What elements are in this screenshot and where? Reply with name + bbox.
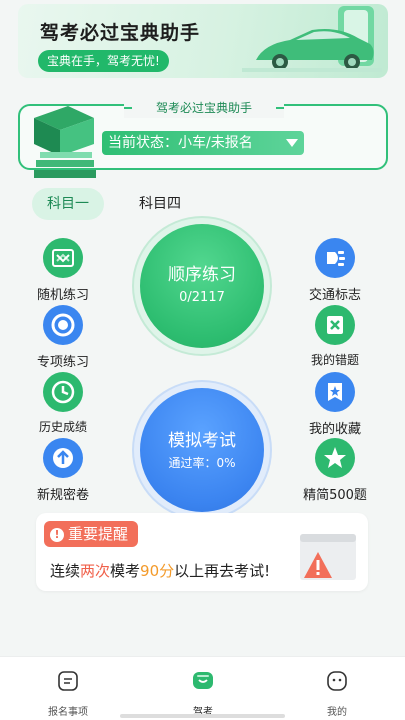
sequential-practice-button[interactable]: 顺序练习 0/2117 [140,224,264,348]
bottom-nav: 报名事项 驾考 我的 [0,656,405,720]
my-mistakes-button[interactable]: 我的错题 [292,305,378,368]
sequential-practice-progress: 0/2117 [179,290,225,305]
home-indicator [120,714,285,718]
traffic-signs-label: 交通标志 [308,288,361,303]
license-status-value: 当前状态：小车/未报名 [108,135,253,151]
clock-icon [43,372,83,412]
star-icon [315,438,355,478]
reminder-text-part: 连续 [50,562,81,580]
random-practice-button[interactable]: 随机练习 [20,238,106,303]
condensed-500-button[interactable]: 精简500题 [292,438,378,503]
mock-exam-button[interactable]: 模拟考试 通过率：0% [140,388,264,512]
banner-title: 驾考必过宝典助手 [40,22,201,44]
banner-slogan: 宝典在手，驾考无忧! [38,50,169,72]
my-mistakes-label: 我的错题 [310,353,359,367]
caret-down-icon [286,139,298,147]
nav-me[interactable]: 我的 [277,657,397,720]
history-score-button[interactable]: 历史成绩 [20,372,106,435]
tab-subject-4[interactable]: 科目四 [124,188,196,220]
reminder-text-part: 模考 [110,562,141,580]
book-stack-icon [34,106,96,178]
condensed-500-label: 精简500题 [303,488,367,503]
mock-exam-title: 模拟考试 [168,431,236,451]
sequential-practice-title: 顺序练习 [168,265,236,285]
upload-icon [43,438,83,478]
warning-window-illustration [300,534,356,580]
bookmark-star-icon [315,372,355,412]
random-practice-label: 随机练习 [36,288,89,303]
nav-me-label: 我的 [327,707,347,718]
status-card-title: 驾考必过宝典助手 [124,98,284,118]
target-icon [43,305,83,345]
mock-exam-pass-rate: 通过率：0% [168,456,236,470]
reminder-text-part: 以上再去考试! [174,562,271,580]
new-rules-paper-button[interactable]: 新规密卷 [20,438,106,503]
app-page: 驾考必过宝典助手 宝典在手，驾考无忧! 驾考必过宝典助手 当前状态：小车/未报名… [0,0,405,720]
document-icon [58,671,78,691]
license-status-select[interactable]: 当前状态：小车/未报名 [102,131,304,155]
my-favorites-label: 我的收藏 [308,422,361,437]
my-favorites-button[interactable]: 我的收藏 [292,372,378,437]
nav-registration-label: 报名事项 [48,707,88,718]
nav-driving-test[interactable]: 驾考 [143,657,263,720]
reminder-tag: ! 重要提醒 [44,521,139,547]
history-score-label: 历史成绩 [38,420,87,434]
wrong-note-icon [315,305,355,345]
special-practice-button[interactable]: 专项练习 [20,305,106,370]
reminder-text: 连续两次模考90分以上再去考试! [50,560,270,581]
signal-icon [315,238,355,278]
promo-banner[interactable]: 驾考必过宝典助手 宝典在手，驾考无忧! [18,4,388,78]
exclamation-icon: ! [50,528,64,542]
shuffle-icon [43,238,83,278]
tab-subject-1[interactable]: 科目一 [32,188,104,220]
chat-bubble-icon [193,672,213,689]
reminder-tag-label: 重要提醒 [68,525,129,543]
car-illustration [242,6,382,72]
nav-registration[interactable]: 报名事项 [8,657,128,720]
reminder-highlight-score: 90分 [140,562,175,580]
traffic-signs-button[interactable]: 交通标志 [292,238,378,303]
special-practice-label: 专项练习 [36,355,89,370]
face-icon [327,671,347,691]
new-rules-paper-label: 新规密卷 [36,488,89,503]
reminder-highlight-times: 两次 [80,562,111,580]
